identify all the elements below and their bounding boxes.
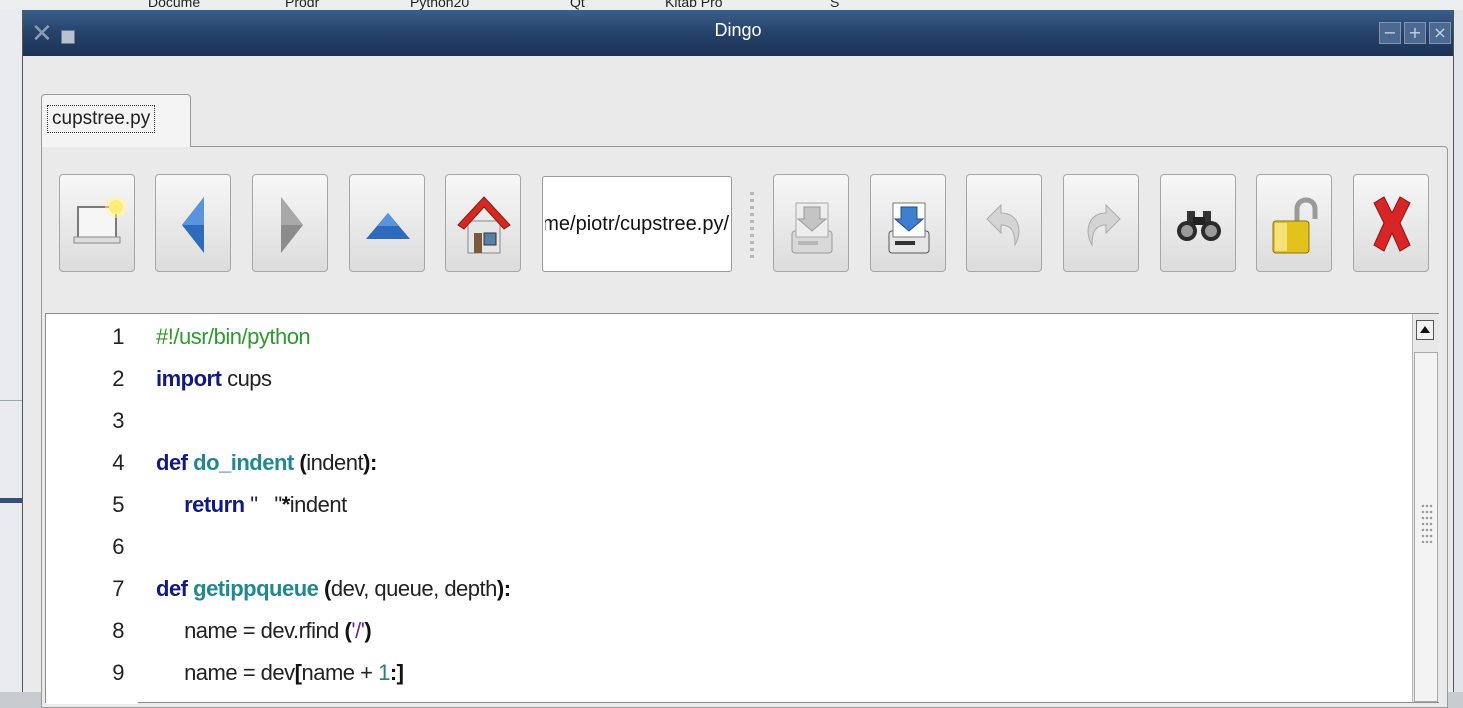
forward-button[interactable] [252,174,328,272]
code-args: dev, queue, depth [330,576,498,601]
code-string: '/' [351,618,365,643]
bg-fragment: Docume [148,0,201,10]
code-line: #!/usr/bin/python [156,324,311,350]
arrow-up-icon [366,213,410,239]
line-number: 4 [112,450,124,475]
bg-fragment: S [830,0,840,10]
code-line: import cups [156,366,272,392]
up-button[interactable] [349,174,425,272]
close-window-button[interactable]: × [1429,22,1451,44]
unlock-button[interactable] [1256,174,1332,272]
home-button[interactable] [445,174,521,272]
code-line: def getippqueue (dev, queue, depth): [156,576,511,602]
code-paren: ( [318,576,331,601]
line-number: 1 [112,324,124,349]
line-number: 2 [112,366,124,391]
code-text: name = dev. [184,618,299,643]
vertical-scrollbar[interactable] [1412,314,1439,702]
code-paren: ): [496,576,511,601]
code-text: indent [289,492,347,517]
code-function-name: do_indent [193,450,294,475]
window-title: Dingo [714,20,762,40]
code-keyword: import [156,366,222,391]
code-comment: #!/usr/bin/python [156,324,311,349]
code-editor[interactable]: 1 2 3 4 5 6 7 8 9 #!/usr/bin/python impo… [45,313,1439,704]
window-titlebar[interactable]: ✕ Dingo − + × [23,10,1453,56]
code-keyword: return [184,492,245,517]
line-number: 9 [112,660,124,685]
path-input[interactable] [545,207,729,241]
find-button[interactable] [1160,174,1236,272]
line-number: 3 [112,408,124,433]
maximize-button[interactable]: + [1404,22,1426,44]
code-string: " " [244,492,282,517]
tab-cupstree[interactable]: cupstree.py [41,94,191,147]
redo-icon [1087,203,1121,247]
code-paren: ): [363,450,377,475]
red-x-icon [1373,196,1411,252]
code-line: name = dev[name + 1:] [156,660,404,686]
code-line: return " "*indent [156,492,347,518]
bg-fragment: Python20 [410,0,470,10]
home-icon [457,196,511,254]
line-number: 5 [112,492,124,517]
code-method: rfind [298,618,345,643]
code-keyword: def [156,576,188,601]
code-text: name + [301,660,379,685]
background-window-strip: Docume Prodr Python20 Qt Kitab Pro S [0,0,1463,10]
undo-icon [986,203,1020,247]
arrow-left-icon [182,197,204,253]
code-keyword: def [156,450,188,475]
code-bracket: :] [389,660,404,685]
arrow-right-icon [281,197,303,253]
save-button[interactable] [773,174,849,272]
new-document-button[interactable] [59,174,135,272]
line-number: 6 [112,534,124,559]
code-paren: ( [293,450,307,475]
bg-fragment: Kitab Pro [665,0,723,10]
undo-button[interactable] [966,174,1042,272]
code-paren: ) [364,618,372,643]
scroll-up-arrow-icon[interactable] [1416,320,1434,340]
save-as-drive-icon [888,202,930,254]
code-text: cups [221,366,272,391]
padlock-icon [1272,197,1318,254]
back-button[interactable] [155,174,231,272]
code-operator: * [281,492,291,517]
save-as-button[interactable] [870,174,946,272]
scrollbar-thumb[interactable] [1414,352,1438,702]
code-number: 1 [378,660,390,685]
code-function-name: getippqueue [193,576,319,601]
binoculars-icon [1177,211,1221,241]
path-field[interactable] [542,176,732,272]
code-text: name = dev [184,660,295,685]
background-left-edge [0,10,22,692]
toolbar-separator [750,192,754,258]
code-args: indent [306,450,364,475]
save-drive-icon [791,202,833,254]
code-line: def do_indent (indent): [156,450,377,476]
line-number: 7 [112,576,124,601]
dingo-window: ✕ Dingo − + × cupstree.py /home/piotr/cu… [22,10,1454,708]
bg-fragment: Prodr [285,0,320,10]
code-line: name = dev.rfind ('/') [156,618,372,644]
minimize-button[interactable]: − [1379,22,1401,44]
tab-label: cupstree.py [47,105,156,133]
new-document-icon [73,196,127,244]
line-number-gutter: 1 2 3 4 5 6 7 8 9 [46,314,138,704]
redo-button[interactable] [1063,174,1139,272]
grip-icon [1421,503,1433,543]
line-number: 8 [112,618,124,643]
bg-fragment: Qt [570,0,585,10]
close-file-button[interactable] [1353,174,1429,272]
